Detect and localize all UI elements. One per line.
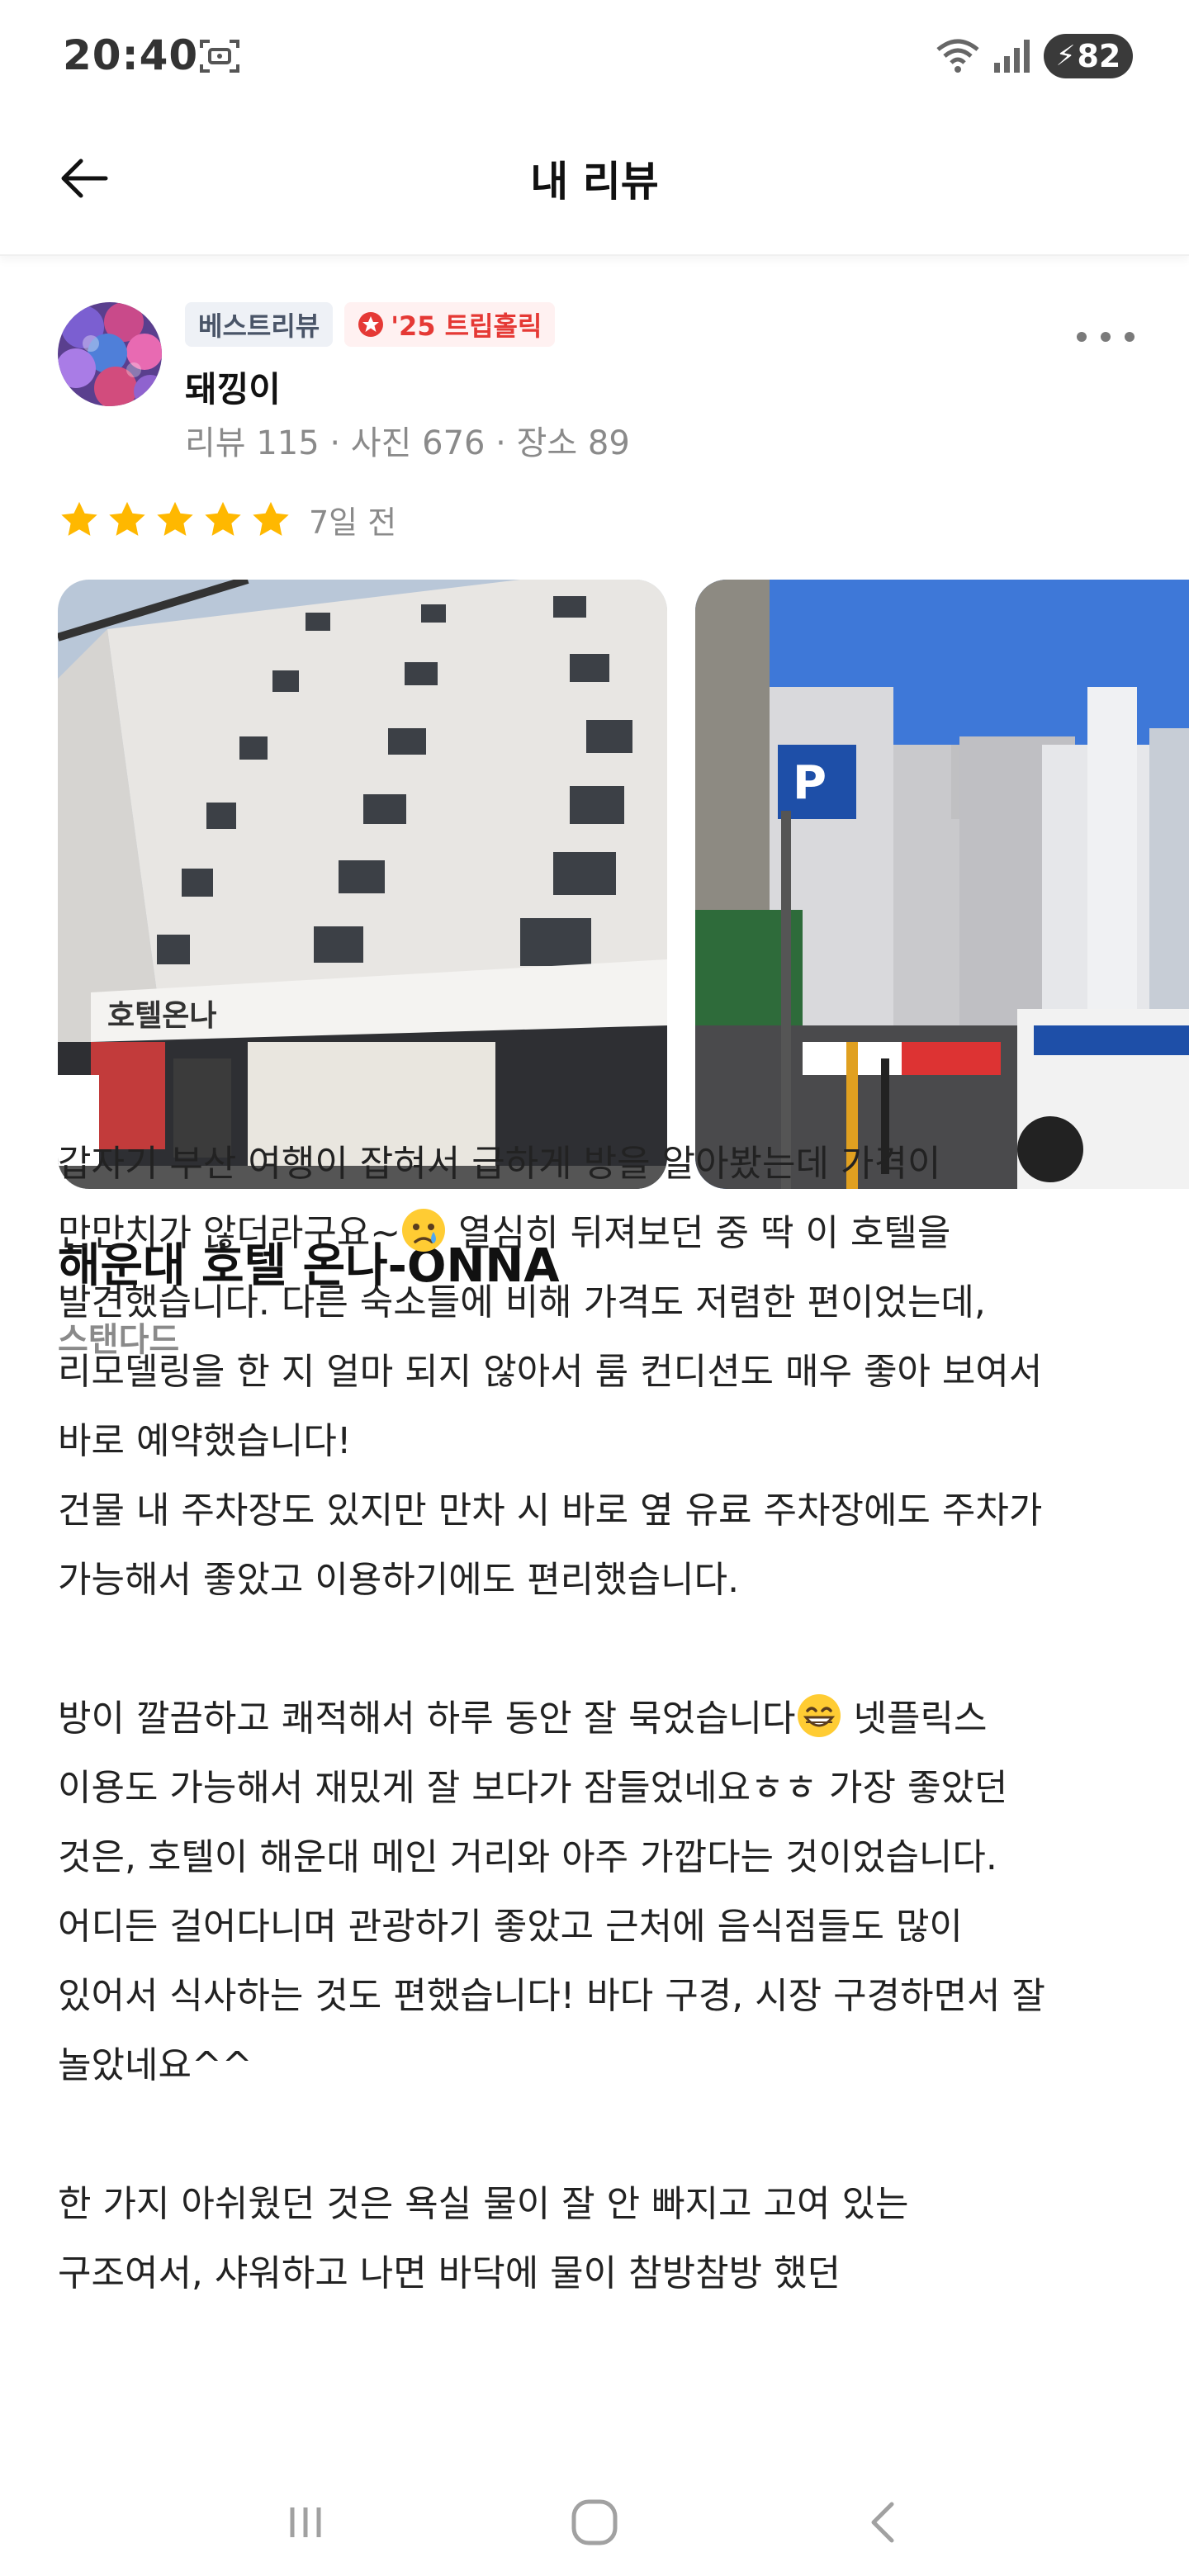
recent-apps-button[interactable] bbox=[272, 2489, 339, 2555]
review-text: 열심히 뒤져보던 중 딱 이 호텔을 bbox=[447, 1212, 951, 1254]
review-date: 7일 전 bbox=[309, 504, 397, 541]
user-badges: 베스트리뷰 '25 트립홀릭 bbox=[185, 302, 556, 347]
app-header: 내 리뷰 bbox=[0, 107, 1189, 256]
avatar-flowers-image bbox=[58, 302, 162, 406]
star-icon bbox=[61, 501, 97, 536]
user-stats: 리뷰 115 · 사진 676 · 장소 89 bbox=[185, 424, 630, 462]
recent-apps-icon bbox=[290, 2507, 321, 2537]
more-dot-icon bbox=[1077, 332, 1087, 342]
battery-indicator: ⚡ 82 bbox=[1044, 34, 1133, 78]
battery-charging-icon: ⚡ bbox=[1055, 40, 1076, 73]
battery-level: 82 bbox=[1077, 38, 1121, 74]
status-bar: 20:40 ⚡ 82 bbox=[0, 0, 1189, 107]
hotel-building-image: 호텔온나 bbox=[58, 580, 667, 1189]
tripholic-badge: '25 트립홀릭 bbox=[344, 302, 556, 347]
home-button[interactable] bbox=[561, 2489, 628, 2555]
status-time: 20:40 bbox=[63, 31, 199, 79]
home-icon bbox=[571, 2499, 618, 2545]
parking-street-image: P bbox=[695, 580, 1189, 1189]
user-name[interactable]: 돼낑이 bbox=[185, 362, 281, 412]
svg-text:호텔온나: 호텔온나 bbox=[107, 999, 216, 1033]
star-icon bbox=[109, 501, 145, 536]
back-nav-button[interactable] bbox=[850, 2489, 917, 2555]
review-text: 넷플릭스 bbox=[841, 1698, 988, 1740]
photo-carousel[interactable]: 호텔온나 P bbox=[58, 580, 1189, 1189]
signal-icon bbox=[994, 40, 1030, 73]
rating-row: 7일 전 bbox=[58, 497, 396, 542]
review-paragraph-1: 갑자기 부산 여행이 잡혀서 급하게 방을 알아봤는데 가격이 만만치가 않더라… bbox=[58, 1129, 1148, 1615]
review-paragraph-3: 한 가지 아쉬웠던 것은 욕실 물이 잘 안 빠지고 고여 있는 구조여서, 샤… bbox=[58, 2183, 909, 2294]
review-text: 방이 깔끔하고 쾌적해서 하루 동안 잘 묵었습니다 bbox=[58, 1698, 796, 1740]
avatar[interactable] bbox=[58, 302, 162, 406]
page-title: 내 리뷰 bbox=[530, 158, 659, 206]
review-text: 이용도 가능해서 재밌게 잘 보다가 잠들었네요ㅎㅎ 가장 좋았던 것은, 호텔… bbox=[58, 1767, 1045, 2086]
more-dot-icon bbox=[1101, 332, 1111, 342]
star-icon bbox=[253, 501, 289, 536]
review-body: 갑자기 부산 여행이 잡혀서 급하게 방을 알아봤는데 가격이 만만치가 않더라… bbox=[58, 1129, 1148, 2308]
status-icons: ⚡ 82 bbox=[935, 33, 1133, 79]
more-options-button[interactable] bbox=[1077, 320, 1135, 353]
wifi-icon bbox=[936, 39, 979, 73]
star-icon bbox=[205, 501, 241, 536]
sad-tear-emoji-icon bbox=[402, 1209, 446, 1252]
grinning-emoji-icon bbox=[797, 1694, 841, 1737]
review-text: 갑자기 부산 여행이 잡혀서 급하게 방을 알아봤는데 가격이 bbox=[58, 1143, 941, 1185]
review-paragraph-2: 방이 깔끔하고 쾌적해서 하루 동안 잘 묵었습니다 넷플릭스 이용도 가능해서… bbox=[58, 1684, 1148, 2100]
tripholic-icon bbox=[358, 312, 384, 337]
more-dot-icon bbox=[1125, 332, 1135, 342]
svg-text:P: P bbox=[793, 756, 827, 810]
screenshot-icon bbox=[200, 40, 239, 73]
star-icon bbox=[157, 501, 193, 536]
system-nav-bar bbox=[0, 2469, 1189, 2576]
review-text: 만만치가 않더라구요~ bbox=[58, 1212, 401, 1254]
best-review-badge: 베스트리뷰 bbox=[185, 302, 334, 347]
review-photo-parking[interactable]: P bbox=[695, 580, 1189, 1189]
review-photo-hotel[interactable]: 호텔온나 bbox=[58, 580, 667, 1189]
chevron-left-icon bbox=[871, 2502, 894, 2543]
review-text: 발견했습니다. 다른 숙소들에 비해 가격도 저렴한 편이었는데, 리모델링을 … bbox=[58, 1281, 1043, 1601]
tripholic-label: '25 트립홀릭 bbox=[391, 310, 542, 342]
